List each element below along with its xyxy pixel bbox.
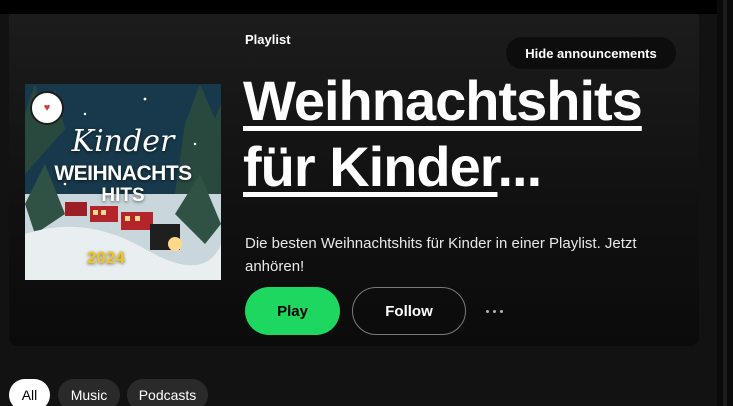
follow-button[interactable]: Follow — [352, 287, 466, 335]
cover-title-hits: HITS — [101, 185, 145, 206]
scrollbar[interactable] — [717, 0, 733, 406]
hide-announcements-button[interactable]: Hide announcements — [506, 37, 676, 69]
cover-year: 2024 — [87, 248, 125, 267]
playlist-type-label: Playlist — [245, 32, 291, 47]
playlist-title: Weihnachtshits für Kinder... — [243, 68, 688, 200]
filter-chip-music[interactable]: Music — [58, 379, 120, 406]
play-button[interactable]: Play — [245, 287, 340, 335]
playlist-cover[interactable]: ♥ Kinder WEIHNACHTS HITS 2024 — [25, 84, 221, 280]
scrollbar-thumb[interactable] — [723, 0, 727, 406]
filter-chip-all[interactable]: All — [9, 379, 50, 406]
title-ellipsis: ... — [497, 135, 542, 198]
filter-chip-podcasts[interactable]: Podcasts — [127, 379, 208, 406]
heart-badge-icon: ♥ — [30, 91, 64, 125]
top-bar — [0, 0, 733, 14]
playlist-description: Die besten Weihnachtshits für Kinder in … — [245, 235, 637, 275]
cover-title-weihnachts: WEIHNACHTS — [54, 162, 192, 185]
cover-title-kinder: Kinder — [71, 124, 175, 159]
more-options-icon[interactable] — [480, 298, 508, 324]
playlist-title-link[interactable]: Weihnachtshits für Kinder — [243, 69, 643, 198]
